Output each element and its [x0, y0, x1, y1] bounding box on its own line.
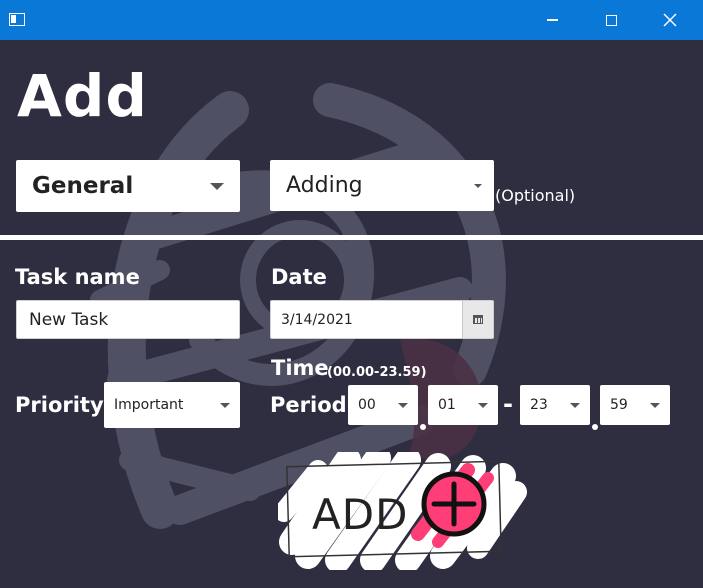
- mode-select-value: Adding: [286, 173, 363, 198]
- chevron-down-icon: [478, 402, 488, 408]
- add-button-label: ADD: [312, 490, 409, 539]
- calendar-icon: [473, 315, 483, 324]
- period-label: Period: [270, 393, 347, 417]
- chevron-down-icon: [398, 402, 408, 408]
- time-separator-dot: [420, 424, 426, 430]
- close-button[interactable]: [641, 0, 699, 40]
- category-select-value: General: [32, 173, 134, 199]
- chevron-down-icon: [474, 183, 482, 188]
- category-select[interactable]: General: [16, 160, 240, 212]
- end-hour-select[interactable]: 23: [520, 385, 590, 425]
- maximize-icon: [605, 14, 617, 26]
- calendar-button[interactable]: [462, 301, 493, 338]
- start-hour-select[interactable]: 00: [348, 385, 418, 425]
- mode-select[interactable]: Adding: [270, 160, 494, 211]
- start-minute-value: 01: [438, 397, 456, 413]
- period-separator: -: [503, 390, 513, 418]
- end-minute-select[interactable]: 59: [600, 385, 670, 425]
- start-minute-select[interactable]: 01: [428, 385, 498, 425]
- chevron-down-icon: [210, 182, 224, 190]
- end-hour-value: 23: [530, 397, 548, 413]
- date-value: 3/14/2021: [281, 311, 353, 328]
- section-divider: [0, 235, 703, 240]
- chevron-down-icon: [220, 402, 230, 408]
- priority-select-value: Important: [114, 397, 184, 413]
- priority-select[interactable]: Important: [104, 382, 240, 428]
- maximize-button[interactable]: [582, 0, 640, 40]
- task-name-input[interactable]: New Task: [16, 300, 240, 339]
- start-hour-value: 00: [358, 397, 376, 413]
- date-label: Date: [271, 265, 327, 289]
- title-bar: [0, 0, 703, 40]
- minimize-icon: [546, 19, 558, 21]
- date-picker[interactable]: 3/14/2021: [270, 300, 494, 339]
- chevron-down-icon: [570, 402, 580, 408]
- priority-label: Priority: [15, 393, 104, 417]
- time-format-hint: (00.00-23.59): [327, 365, 427, 380]
- app-window-icon: [9, 13, 25, 26]
- optional-label: (Optional): [495, 186, 576, 205]
- end-minute-value: 59: [610, 397, 628, 413]
- chevron-down-icon: [650, 402, 660, 408]
- minimize-button[interactable]: [523, 0, 581, 40]
- time-label: Time: [271, 356, 329, 380]
- close-icon: [663, 13, 677, 27]
- time-separator-dot: [592, 424, 598, 430]
- page-title: Add: [17, 62, 148, 130]
- add-button[interactable]: ADD: [278, 452, 528, 570]
- task-name-label: Task name: [15, 265, 140, 289]
